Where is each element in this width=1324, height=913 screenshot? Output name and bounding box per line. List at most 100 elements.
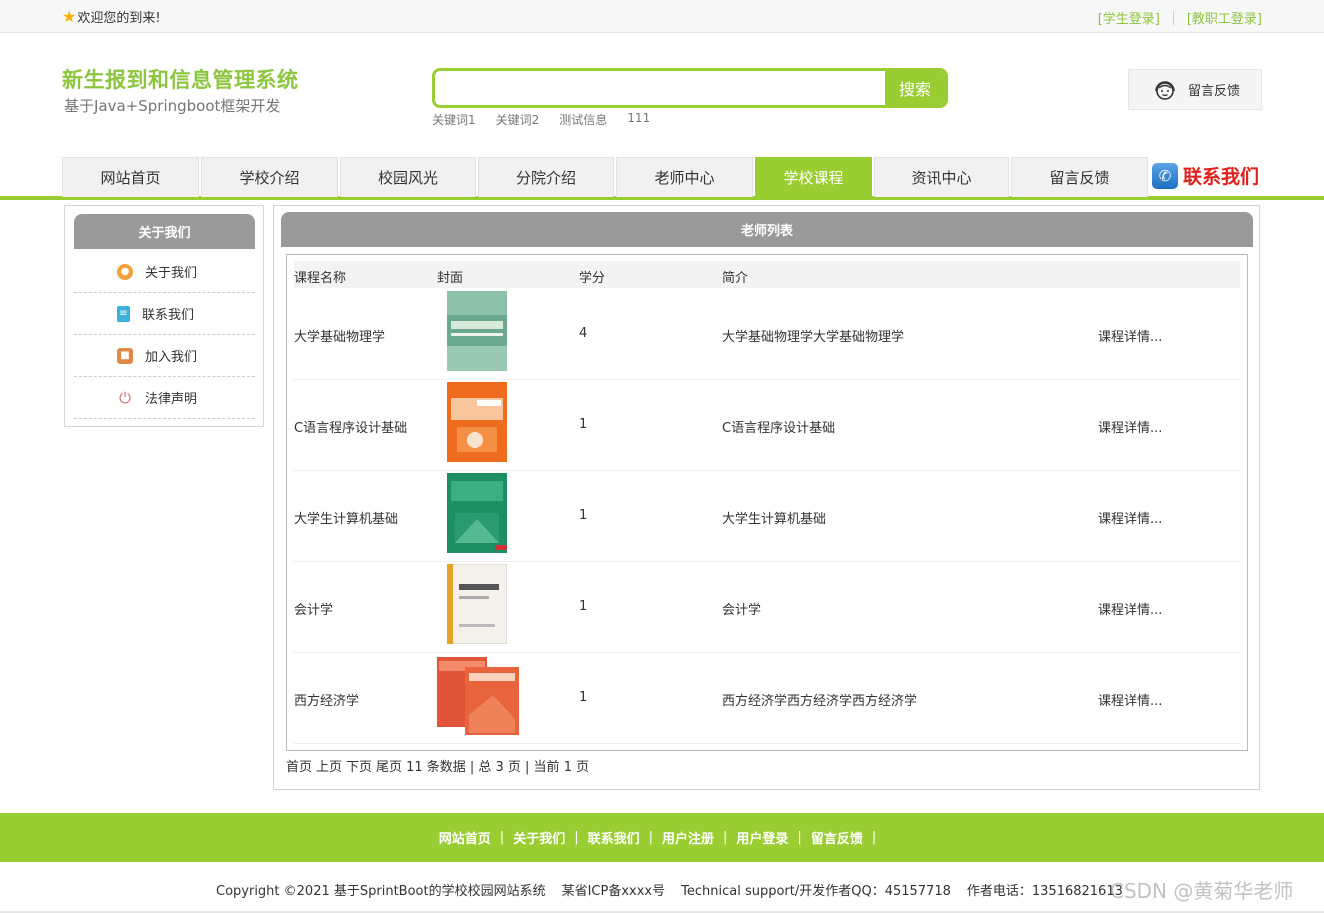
sidebar-item-legal[interactable]: ⏻ 法律声明: [74, 377, 255, 419]
course-name: 会计学: [294, 603, 334, 618]
site-title: 新生报到和信息管理系统: [62, 68, 299, 92]
course-cover-image[interactable]: [447, 473, 507, 553]
course-cover-image[interactable]: [447, 291, 507, 371]
keyword-link[interactable]: 测试信息: [559, 111, 607, 128]
sidebar-item-label: 联系我们: [142, 308, 195, 323]
course-name: C语言程序设计基础: [294, 421, 408, 436]
course-cover-image[interactable]: [447, 564, 507, 644]
nav-item-teacher-center[interactable]: 老师中心: [616, 157, 753, 197]
site-subtitle: 基于Java+Springboot框架开发: [64, 97, 281, 115]
course-detail-link[interactable]: 课程详情...: [1098, 417, 1162, 436]
footer-link-feedback[interactable]: 留言反馈: [811, 828, 863, 847]
next-page-link[interactable]: 下页: [346, 756, 372, 775]
table-row: 西方经济学 1 西方经济学西方经济学西方经济学 课程详情...: [294, 653, 1240, 744]
column-header-cover: 封面: [437, 271, 464, 286]
column-header-name: 课程名称: [294, 271, 347, 286]
last-page-link[interactable]: 尾页: [376, 756, 402, 775]
welcome-message: ★ 欢迎您的到来!: [62, 7, 161, 26]
footer-separator: |: [723, 830, 728, 845]
nav-item-courses[interactable]: 学校课程: [755, 157, 872, 197]
search-input[interactable]: [435, 71, 887, 105]
course-credit: 1: [579, 599, 588, 614]
course-detail-link[interactable]: 课程详情...: [1098, 690, 1162, 709]
course-credit: 1: [579, 690, 588, 705]
lock-icon: ■: [117, 347, 133, 364]
course-credit: 1: [579, 508, 588, 523]
column-header-intro: 简介: [722, 271, 749, 286]
about-icon: ●: [117, 263, 133, 280]
clipboard-icon: ≡: [117, 305, 130, 322]
course-name: 大学生计算机基础: [294, 512, 399, 527]
nav-item-news-center[interactable]: 资讯中心: [874, 157, 1009, 197]
contact-us-link[interactable]: ✆ 联系我们: [1152, 162, 1259, 189]
course-intro: C语言程序设计基础: [722, 421, 836, 436]
course-table: 课程名称 封面 学分 简介 大学基础物理学 4 大学基础物理学大学基础物理学 课…: [286, 254, 1248, 751]
contact-us-label: 联系我们: [1183, 166, 1260, 188]
hot-keywords: 关键词1 关键词2 测试信息 111: [432, 111, 650, 128]
footer-separator: |: [648, 830, 653, 845]
pagination: 首页 上页 下页 尾页 11 条数据 | 总 3 页 | 当前 1 页: [286, 756, 589, 775]
course-detail-link[interactable]: 课程详情...: [1098, 508, 1162, 527]
footer-link-about[interactable]: 关于我们: [513, 828, 565, 847]
course-intro: 大学生计算机基础: [722, 512, 827, 527]
column-header-credit: 学分: [579, 271, 606, 286]
icp-text: 某省ICP备xxxx号: [561, 884, 666, 899]
nav-item-feedback[interactable]: 留言反馈: [1011, 157, 1148, 197]
welcome-text: 欢迎您的到来!: [77, 11, 161, 26]
sidebar-item-label: 法律声明: [145, 392, 198, 407]
first-page-link[interactable]: 首页: [286, 756, 312, 775]
support-text: Technical support/开发作者QQ：45157718: [681, 884, 951, 899]
sidebar-item-join[interactable]: ■ 加入我们: [74, 335, 255, 377]
course-intro: 大学基础物理学大学基础物理学: [722, 330, 905, 345]
headset-icon: [1155, 80, 1175, 100]
search-button[interactable]: 搜索: [885, 71, 945, 105]
footer-separator: |: [499, 830, 505, 845]
keyword-link[interactable]: 关键词2: [496, 111, 540, 128]
sidebar-item-contact[interactable]: ≡ 联系我们: [74, 293, 255, 335]
course-detail-link[interactable]: 课程详情...: [1098, 599, 1162, 618]
pagination-summary: 11 条数据 | 总 3 页 | 当前 1 页: [406, 760, 590, 775]
nav-item-departments[interactable]: 分院介绍: [478, 157, 614, 197]
nav-item-school-intro[interactable]: 学校介绍: [201, 157, 338, 197]
footer-link-contact[interactable]: 联系我们: [588, 828, 640, 847]
course-name: 西方经济学: [294, 694, 360, 709]
nav-item-campus-scenery[interactable]: 校园风光: [340, 157, 476, 197]
footer-link-home[interactable]: 网站首页: [439, 828, 491, 847]
student-login-link[interactable]: [学生登录]: [1098, 8, 1160, 27]
star-icon: ★: [62, 6, 77, 26]
footer-links: 网站首页 | 关于我们 | 联系我们 | 用户注册 | 用户登录 | 留言反馈 |: [0, 813, 1324, 862]
course-cover-image[interactable]: [437, 655, 519, 735]
sidebar-item-label: 加入我们: [145, 350, 198, 365]
course-intro: 会计学: [722, 603, 762, 618]
table-row: 会计学 1 会计学 课程详情...: [294, 562, 1240, 653]
table-row: 大学基础物理学 4 大学基础物理学大学基础物理学 课程详情...: [294, 289, 1240, 380]
footer-link-register[interactable]: 用户注册: [662, 828, 714, 847]
power-icon: ⏻: [117, 389, 133, 407]
footer-separator: |: [574, 830, 579, 845]
prev-page-link[interactable]: 上页: [316, 756, 342, 775]
search-box: 搜索: [432, 68, 948, 108]
footer-separator: |: [797, 830, 802, 845]
table-row: C语言程序设计基础 1 C语言程序设计基础 课程详情...: [294, 380, 1240, 471]
keyword-link[interactable]: 关键词1: [432, 111, 476, 128]
phone-text: 作者电话：13516821613: [966, 884, 1123, 899]
course-detail-link[interactable]: 课程详情...: [1098, 326, 1162, 345]
course-name: 大学基础物理学: [294, 330, 386, 345]
sidebar-item-label: 关于我们: [145, 266, 198, 281]
footer-link-login[interactable]: 用户登录: [736, 828, 788, 847]
keyword-link[interactable]: 111: [627, 111, 650, 128]
nav-item-home[interactable]: 网站首页: [62, 157, 199, 197]
feedback-button[interactable]: 留言反馈: [1128, 69, 1262, 110]
watermark: CSDN @黄菊华老师: [1110, 879, 1294, 903]
copyright-text: Copyright ©2021 基于SprintBoot的学校校园网站系统: [216, 884, 546, 899]
sidebar: 关于我们 ● 关于我们 ≡ 联系我们 ■ 加入我们 ⏻ 法律声明: [64, 205, 264, 427]
footer-separator: |: [871, 830, 877, 845]
main-panel: 老师列表 课程名称 封面 学分 简介 大学基础物理学 4 大学基础物理学大学基础…: [273, 205, 1260, 790]
staff-login-link[interactable]: [教职工登录]: [1187, 8, 1262, 27]
top-bar: ★ 欢迎您的到来! [学生登录] [教职工登录]: [0, 0, 1324, 33]
table-header: 课程名称 封面 学分 简介: [294, 261, 1240, 288]
sidebar-item-about[interactable]: ● 关于我们: [74, 251, 255, 293]
feedback-label: 留言反馈: [1188, 84, 1241, 99]
divider: [1172, 10, 1174, 25]
course-cover-image[interactable]: [447, 382, 507, 462]
